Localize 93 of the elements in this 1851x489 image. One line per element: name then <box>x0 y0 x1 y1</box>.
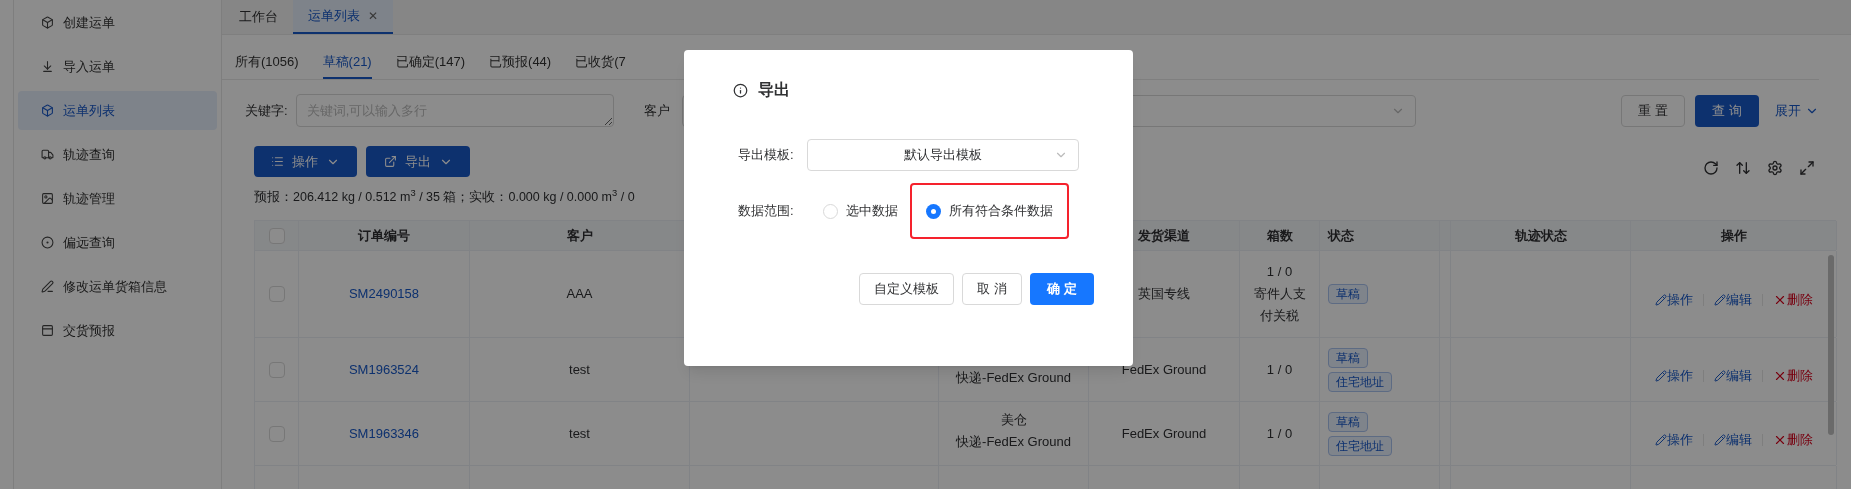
table-cell-text: AAA <box>566 285 593 304</box>
sidebar-item[interactable]: 运单列表 <box>18 91 217 130</box>
settings-icon[interactable] <box>1767 159 1783 176</box>
cube-icon <box>41 104 54 117</box>
customer-label: 客户 <box>643 101 670 120</box>
dialog-title: 导出 <box>758 80 790 100</box>
status-tab[interactable]: 草稿(21) <box>322 48 372 79</box>
column-header: 操作 <box>1720 226 1747 245</box>
table-cell-text: 英国专线 <box>1138 285 1190 304</box>
pencil-icon <box>1713 369 1726 382</box>
table-cell-text: 美仓 <box>1000 411 1027 429</box>
pencil-icon <box>1654 294 1667 306</box>
refresh-icon[interactable] <box>1703 159 1719 176</box>
template-select[interactable]: 默认导出模板 <box>807 139 1079 171</box>
table-cell-text: 1 / 0 <box>1266 360 1293 379</box>
delete-link[interactable]: 删除 <box>1772 429 1813 450</box>
edit-link[interactable]: 编辑 <box>1713 429 1752 450</box>
export-icon <box>383 155 397 168</box>
table-cell-text: 1 / 0 <box>1266 263 1293 281</box>
table-cell-text: test <box>569 424 590 443</box>
column-header: 发货渠道 <box>1138 226 1190 245</box>
close-icon[interactable]: ✕ <box>368 7 378 25</box>
info-icon <box>733 82 748 98</box>
status-tab[interactable]: 已确定(147) <box>395 48 466 79</box>
sidebar-item[interactable]: 导入运单 <box>18 47 217 86</box>
table-cell-text: FedEx Ground <box>1121 424 1207 443</box>
edit-link[interactable]: 操作 <box>1654 365 1693 386</box>
status-tag: 住宅地址 <box>1328 371 1392 392</box>
order-link[interactable]: SM1963346 <box>348 423 420 444</box>
confirm-button[interactable]: 确 定 <box>1030 273 1094 305</box>
panel-icon <box>41 324 54 337</box>
template-label: 导出模板: <box>738 146 795 165</box>
sidebar-item[interactable]: 修改运单货箱信息 <box>18 267 217 306</box>
list-icon <box>271 155 284 168</box>
page-tab[interactable]: 运单列表 ✕ <box>293 0 393 34</box>
page-tab[interactable]: 工作台 <box>224 0 293 34</box>
pen-icon <box>41 280 54 293</box>
pencil-icon <box>1654 369 1667 382</box>
column-header: 客户 <box>566 226 593 245</box>
sidebar-item[interactable]: 创建运单 <box>18 3 217 42</box>
picture-frame-icon <box>41 192 54 205</box>
status-tag: 草稿 <box>1328 347 1368 368</box>
fullscreen-icon[interactable] <box>1799 159 1815 176</box>
table-cell-text: 快递-FedEx Ground <box>956 433 1071 451</box>
order-link[interactable]: SM1963524 <box>348 359 420 380</box>
status-tab[interactable]: 所有(1056) <box>235 48 299 79</box>
row-height-icon[interactable] <box>1735 159 1751 176</box>
delete-link[interactable]: 删除 <box>1772 365 1813 386</box>
dialog-button[interactable]: 自定义模板 <box>859 273 955 305</box>
range-label: 数据范围: <box>738 202 795 221</box>
radio-option[interactable]: 所有符合条件数据 <box>910 183 1069 239</box>
radio-option[interactable]: 选中数据 <box>823 183 898 239</box>
column-header: 状态 <box>1328 226 1354 245</box>
truck-icon <box>41 148 54 161</box>
table-cell-text: 寄件人支付关税 <box>1252 285 1307 325</box>
status-tab[interactable]: 已预报(44) <box>489 48 552 79</box>
sidebar-item[interactable]: 轨迹管理 <box>18 179 217 218</box>
column-header: 箱数 <box>1266 226 1293 245</box>
pencil-icon <box>1713 433 1726 446</box>
pencil-icon <box>1713 294 1726 306</box>
edit-link[interactable]: 编辑 <box>1713 290 1752 310</box>
keyword-label: 关键字: <box>245 101 288 120</box>
status-tab[interactable]: 已收货(7 <box>575 48 626 79</box>
column-header: 订单编号 <box>358 226 410 245</box>
edit-link[interactable]: 操作 <box>1654 429 1693 450</box>
sidebar-item[interactable]: 偏远查询 <box>18 223 217 262</box>
status-tag: 草稿 <box>1328 284 1368 304</box>
scrollbar[interactable] <box>1828 255 1834 435</box>
download-icon <box>41 60 54 73</box>
expand-link[interactable]: 展开 <box>1775 100 1819 121</box>
table-cell-text: 1 / 0 <box>1266 424 1293 443</box>
order-link[interactable]: SM2490158 <box>348 284 420 304</box>
export-button[interactable]: 导出 <box>366 146 470 177</box>
summary-text: 预报：206.412 kg / 0.512 m$^{3}$ / 35 箱；实收：0.000 kg / 0.000 m$^{3}$ / 0 <box>254 188 636 206</box>
target-icon <box>41 236 54 249</box>
status-tag: 住宅地址 <box>1328 435 1392 456</box>
table-cell-text: test <box>569 360 590 379</box>
delete-link[interactable]: 删除 <box>1772 290 1813 310</box>
edit-link[interactable]: 编辑 <box>1713 365 1752 386</box>
search-button[interactable]: 查 询 <box>1695 94 1759 127</box>
cube-icon <box>41 16 54 29</box>
sidebar-item[interactable]: 交货预报 <box>18 311 217 350</box>
status-tag: 草稿 <box>1328 411 1368 432</box>
operate-button[interactable]: 操作 <box>254 146 357 177</box>
reset-button[interactable]: 重 置 <box>1621 94 1685 127</box>
radio-button[interactable] <box>926 203 941 219</box>
column-header: 轨迹状态 <box>1514 226 1567 245</box>
dialog-button[interactable]: 取 消 <box>962 273 1022 305</box>
table-cell-text: 快递-FedEx Ground <box>956 369 1071 387</box>
radio-button[interactable] <box>823 203 838 219</box>
sidebar-item[interactable]: 轨迹查询 <box>18 135 217 174</box>
edit-link[interactable]: 操作 <box>1654 290 1693 310</box>
pencil-icon <box>1654 433 1667 446</box>
